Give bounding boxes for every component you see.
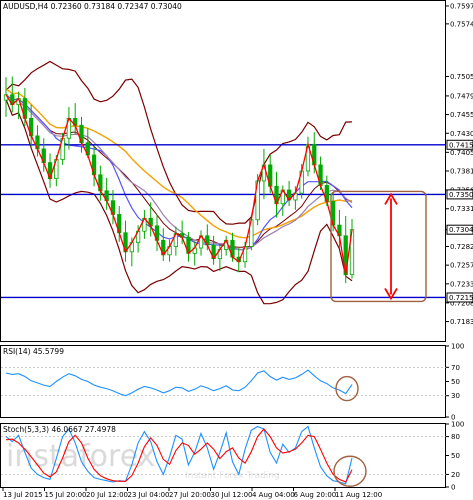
time-tick-label: 4 Aug 04:00 xyxy=(252,491,295,499)
watermark-brand: instaforex xyxy=(6,439,155,474)
rsi-panel xyxy=(0,345,446,418)
price-tick-label: 0.74795 xyxy=(450,92,473,100)
time-tick-label: 15 Jul 20:00 xyxy=(45,491,87,499)
watermark-sub: Instant Forex Trading xyxy=(185,471,280,481)
price-title: AUDUSD,H4 0.72360 0.73184 0.72347 0.7304… xyxy=(3,2,182,11)
time-tick-label: 30 Jul 12:00 xyxy=(211,491,253,499)
stoch-tick-label: 50 xyxy=(451,452,460,460)
price-highlight-label: 0.73503 xyxy=(449,191,473,199)
price-highlight-label: 0.72151 xyxy=(449,294,473,302)
stoch-tick-label: 20 xyxy=(451,471,460,479)
chart-canvas: instaforex Instant Forex Trading 0.75975… xyxy=(0,0,473,499)
price-tick-label: 0.75050 xyxy=(450,73,473,81)
price-tick-label: 0.71835 xyxy=(450,318,473,326)
price-tick-label: 0.73810 xyxy=(450,168,473,176)
rsi-tick-label: 30 xyxy=(451,392,460,400)
price-panel xyxy=(0,0,446,342)
stoch-title: Stoch(5,3,3) 46.0667 27.4978 xyxy=(3,425,116,434)
time-tick-label: 27 Jul 20:00 xyxy=(169,491,211,499)
price-tick-label: 0.73315 xyxy=(450,205,473,213)
price-tick-label: 0.75975 xyxy=(450,2,473,10)
price-tick-label: 0.74550 xyxy=(450,111,473,119)
time-tick-label: 23 Jul 04:00 xyxy=(128,491,170,499)
price-tick-label: 0.74055 xyxy=(450,149,473,157)
time-tick-label: 20 Jul 12:00 xyxy=(86,491,128,499)
price-tick-label: 0.72330 xyxy=(450,280,473,288)
stoch-tick-label: 100 xyxy=(451,421,464,429)
chart-window: instaforex Instant Forex Trading 0.75975… xyxy=(0,0,473,500)
rsi-title: RSI(14) 45.5799 xyxy=(3,347,64,356)
stoch-tick-label: 80 xyxy=(451,433,460,441)
price-tick-label: 0.72575 xyxy=(450,262,473,270)
time-tick-label: 13 Jul 2015 xyxy=(3,491,43,499)
time-tick-label: 6 Aug 20:00 xyxy=(294,491,337,499)
price-tick-label: 0.74305 xyxy=(450,130,473,138)
rsi-tick-label: 70 xyxy=(451,364,460,372)
time-tick-label: 11 Aug 12:00 xyxy=(335,491,382,499)
price-tick-label: 0.75740 xyxy=(450,20,473,28)
price-highlight-label: 0.73040 xyxy=(449,226,473,234)
stoch-tick-label: 0 xyxy=(451,484,455,492)
price-highlight-label: 0.74154 xyxy=(449,141,473,149)
price-tick-label: 0.72820 xyxy=(450,243,473,251)
rsi-tick-label: 100 xyxy=(451,343,464,351)
rsi-tick-label: 50 xyxy=(451,378,460,386)
